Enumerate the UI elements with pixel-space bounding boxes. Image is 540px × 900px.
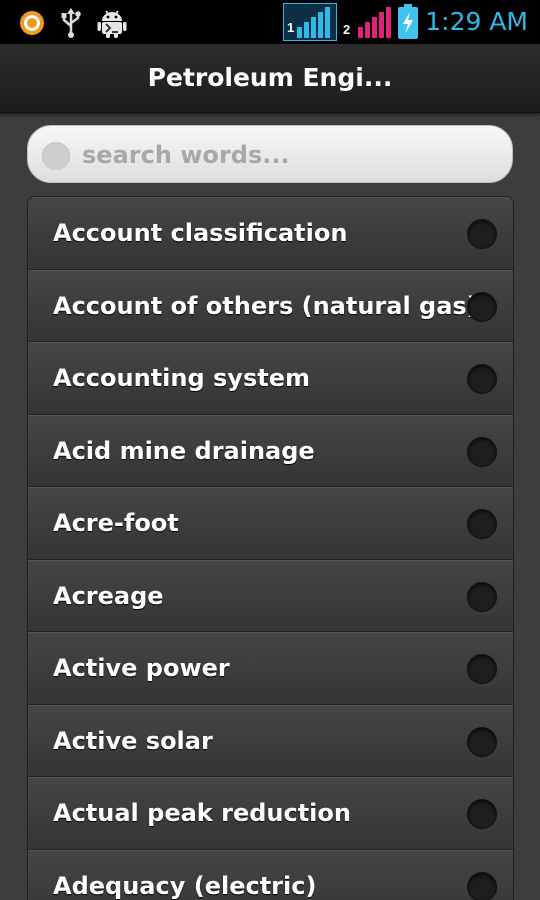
- list-item[interactable]: Adequacy (electric): [28, 849, 513, 900]
- list-item-label: Account classification: [53, 219, 348, 247]
- search-box[interactable]: [27, 125, 513, 183]
- list-item[interactable]: Active solar: [28, 704, 513, 777]
- list-item[interactable]: Acid mine drainage: [28, 414, 513, 487]
- sim1-label: 1: [287, 20, 295, 35]
- list-item[interactable]: Account classification: [28, 197, 513, 270]
- list-item[interactable]: Accounting system: [28, 342, 513, 415]
- radio-button[interactable]: [467, 509, 497, 539]
- signal-sim2-icon: [346, 5, 392, 44]
- radio-button[interactable]: [467, 219, 497, 249]
- notification-ring-icon: [18, 9, 46, 42]
- usb-icon: [60, 8, 82, 43]
- radio-button[interactable]: [467, 291, 497, 322]
- radio-button[interactable]: [467, 726, 497, 757]
- search-icon: [42, 142, 70, 170]
- radio-button[interactable]: [467, 799, 497, 829]
- app-screen: 1 2 1:29 AM Petroleum Engi... search wor…: [0, 0, 540, 900]
- radio-button[interactable]: [467, 581, 497, 612]
- sim2-label: 2: [343, 22, 351, 37]
- android-debug-icon: [96, 7, 128, 44]
- status-bar: 1 2 1:29 AM: [0, 0, 540, 44]
- radio-button[interactable]: [467, 364, 497, 394]
- list-item-label: Acid mine drainage: [53, 436, 315, 465]
- word-list: Account classification Account of others…: [27, 196, 514, 900]
- list-item-label: Adequacy (electric): [53, 871, 317, 900]
- list-item-label: Actual peak reduction: [53, 799, 351, 827]
- list-item-label: Active power: [53, 654, 230, 682]
- radio-button[interactable]: [467, 871, 497, 900]
- list-item-label: Accounting system: [53, 364, 310, 392]
- list-item[interactable]: Active power: [28, 632, 513, 705]
- list-item-label: Account of others (natural gas): [53, 291, 478, 320]
- list-item-label: Active solar: [53, 726, 213, 755]
- radio-button[interactable]: [467, 654, 497, 684]
- list-item[interactable]: Account of others (natural gas): [28, 269, 513, 342]
- title-bar: Petroleum Engi...: [0, 44, 540, 113]
- search-input[interactable]: [80, 135, 484, 175]
- list-item[interactable]: Acreage: [28, 559, 513, 632]
- list-item-label: Acreage: [53, 581, 164, 610]
- status-time: 1:29 AM: [425, 7, 528, 36]
- list-item[interactable]: Acre-foot: [28, 487, 513, 560]
- list-item[interactable]: Actual peak reduction: [28, 777, 513, 850]
- radio-button[interactable]: [467, 436, 497, 467]
- battery-charging-icon: [397, 4, 419, 45]
- page-title: Petroleum Engi...: [147, 63, 393, 92]
- list-item-label: Acre-foot: [53, 509, 179, 537]
